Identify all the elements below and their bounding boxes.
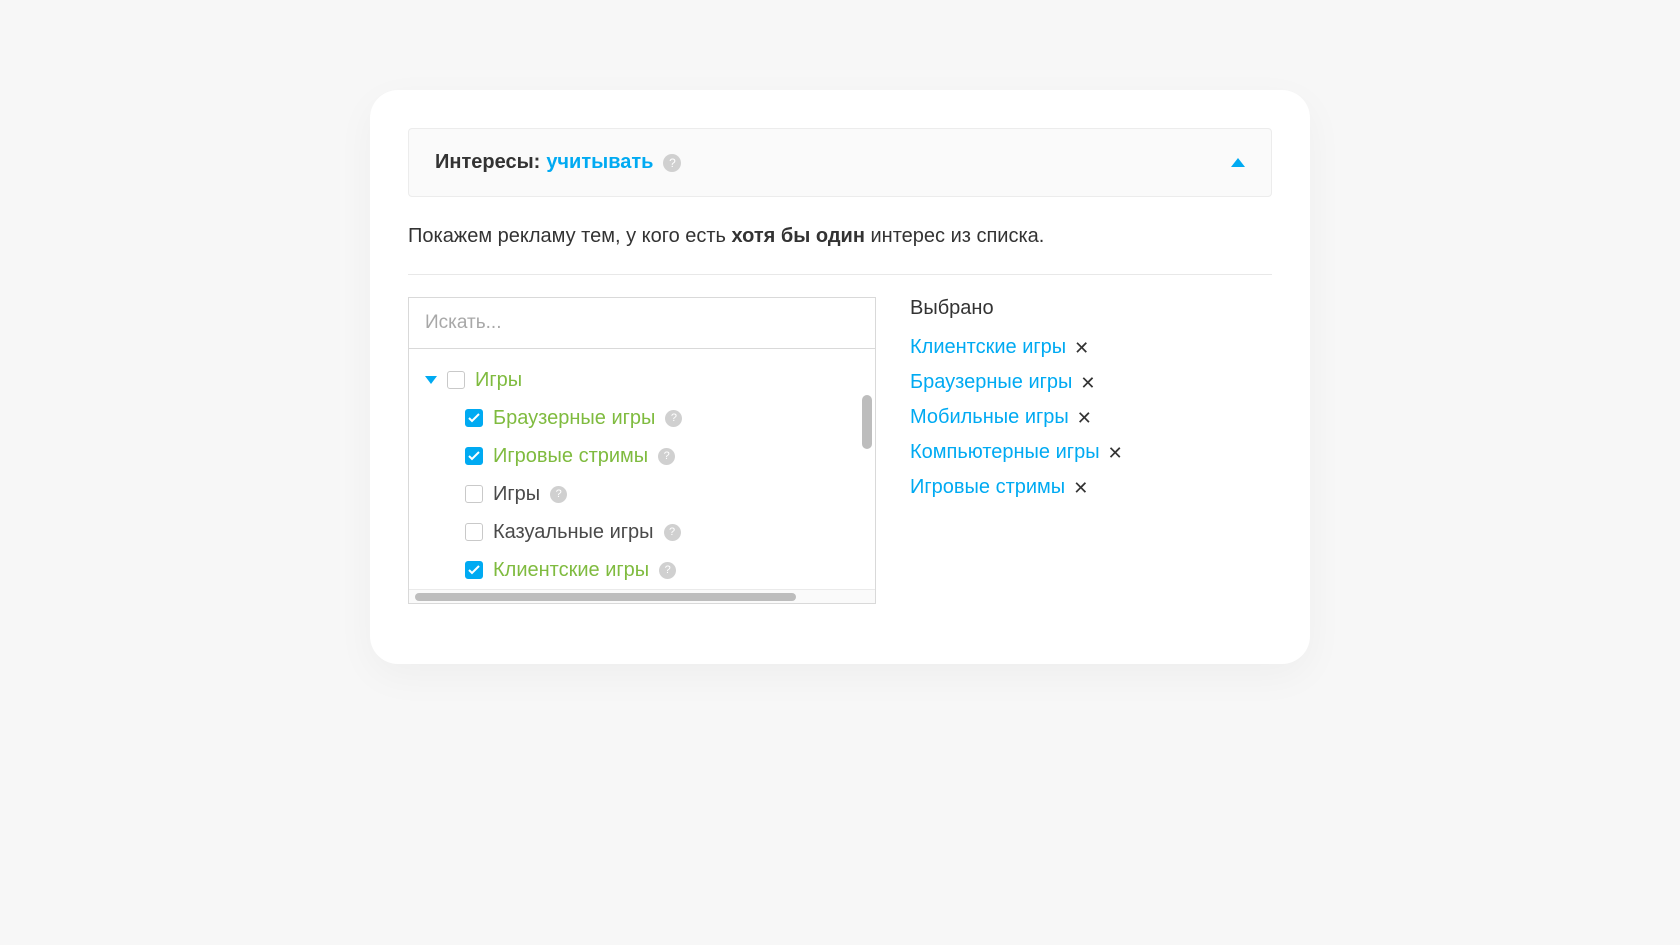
selected-chip-label[interactable]: Браузерные игры [910, 371, 1072, 394]
tree-child-row[interactable]: Игровые стримы ? [425, 437, 865, 475]
checkbox[interactable] [447, 371, 465, 389]
remove-chip-icon[interactable]: ✕ [1080, 374, 1095, 392]
tree-child-label: Игры [493, 483, 540, 506]
help-icon[interactable]: ? [664, 524, 681, 541]
tree-container: Игры Браузерные игры ? Игровые стримы ? [408, 297, 876, 604]
selected-chip: Клиентские игры ✕ [910, 336, 1272, 359]
search-input[interactable] [409, 298, 875, 349]
selected-column: Выбрано Клиентские игры ✕ Браузерные игр… [910, 297, 1272, 604]
tree-parent-row[interactable]: Игры [425, 361, 865, 399]
collapse-caret-icon[interactable] [1231, 158, 1245, 167]
tree-child-row[interactable]: Казуальные игры ? [425, 513, 865, 551]
remove-chip-icon[interactable]: ✕ [1077, 409, 1092, 427]
remove-chip-icon[interactable]: ✕ [1073, 479, 1088, 497]
help-icon[interactable]: ? [663, 154, 681, 172]
description-suffix: интерес из списка. [865, 225, 1044, 247]
panel-title-static: Интересы: [435, 151, 540, 174]
tree-child-label: Казуальные игры [493, 521, 654, 544]
panel-title-mode-link[interactable]: учитывать [546, 151, 653, 174]
divider [408, 274, 1272, 275]
panel-body: Игры Браузерные игры ? Игровые стримы ? [408, 297, 1272, 604]
checkbox[interactable] [465, 561, 483, 579]
tree-child-row[interactable]: Клиентские игры ? [425, 551, 865, 589]
horizontal-scrollbar-thumb[interactable] [415, 593, 796, 601]
selected-chip: Мобильные игры ✕ [910, 406, 1272, 429]
checkbox[interactable] [465, 523, 483, 541]
remove-chip-icon[interactable]: ✕ [1108, 444, 1123, 462]
tree-list: Игры Браузерные игры ? Игровые стримы ? [409, 349, 875, 589]
horizontal-scrollbar-track[interactable] [409, 589, 875, 603]
checkbox[interactable] [465, 447, 483, 465]
panel-header[interactable]: Интересы: учитывать ? [408, 128, 1272, 197]
help-icon[interactable]: ? [658, 448, 675, 465]
tree-child-label: Браузерные игры [493, 407, 655, 430]
selected-chip: Компьютерные игры ✕ [910, 441, 1272, 464]
interests-card: Интересы: учитывать ? Покажем рекламу те… [370, 90, 1310, 664]
tree-child-row[interactable]: Игры ? [425, 475, 865, 513]
help-icon[interactable]: ? [550, 486, 567, 503]
selected-chip: Браузерные игры ✕ [910, 371, 1272, 394]
help-icon[interactable]: ? [659, 562, 676, 579]
tree-child-label: Игровые стримы [493, 445, 648, 468]
selected-chip-label[interactable]: Мобильные игры [910, 406, 1069, 429]
description-bold: хотя бы один [732, 225, 865, 247]
tree-column: Игры Браузерные игры ? Игровые стримы ? [408, 297, 876, 604]
panel-header-title-group: Интересы: учитывать ? [435, 151, 681, 174]
checkbox[interactable] [465, 485, 483, 503]
remove-chip-icon[interactable]: ✕ [1074, 339, 1089, 357]
expand-caret-icon[interactable] [425, 376, 437, 384]
selected-chip-label[interactable]: Игровые стримы [910, 476, 1065, 499]
selected-title: Выбрано [910, 297, 1272, 320]
tree-child-label: Клиентские игры [493, 559, 649, 582]
selected-chip-label[interactable]: Компьютерные игры [910, 441, 1100, 464]
tree-parent-label: Игры [475, 369, 522, 392]
vertical-scrollbar-thumb[interactable] [862, 395, 872, 449]
selected-chip-label[interactable]: Клиентские игры [910, 336, 1066, 359]
checkbox[interactable] [465, 409, 483, 427]
description-prefix: Покажем рекламу тем, у кого есть [408, 225, 732, 247]
description-text: Покажем рекламу тем, у кого есть хотя бы… [408, 225, 1272, 248]
help-icon[interactable]: ? [665, 410, 682, 427]
tree-child-row[interactable]: Браузерные игры ? [425, 399, 865, 437]
tree-scroll-area[interactable]: Игры Браузерные игры ? Игровые стримы ? [409, 349, 875, 589]
selected-chip: Игровые стримы ✕ [910, 476, 1272, 499]
